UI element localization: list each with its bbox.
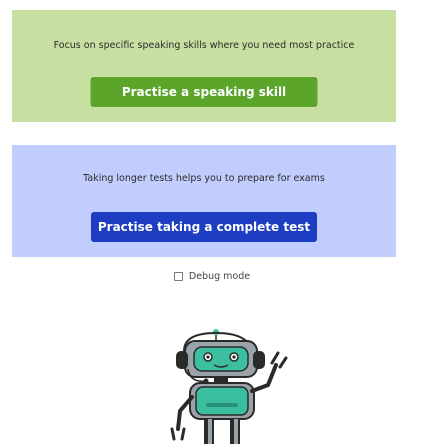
practise-speaking-skill-button[interactable]: Practise a speaking skill [90,77,318,107]
robot-mascot-icon [170,329,288,444]
complete-test-panel: Taking longer tests helps you to prepare… [12,145,396,257]
speaking-skill-panel: Focus on specific speaking skills where … [12,10,396,122]
complete-test-description: Taking longer tests helps you to prepare… [83,173,325,184]
debug-mode-label: Debug mode [188,271,251,282]
debug-mode-checkbox[interactable] [173,272,183,281]
practise-complete-test-button[interactable]: Practise taking a complete test [91,212,317,242]
debug-mode-toggle[interactable]: Debug mode [0,271,424,282]
speaking-skill-description: Focus on specific speaking skills where … [53,40,355,51]
